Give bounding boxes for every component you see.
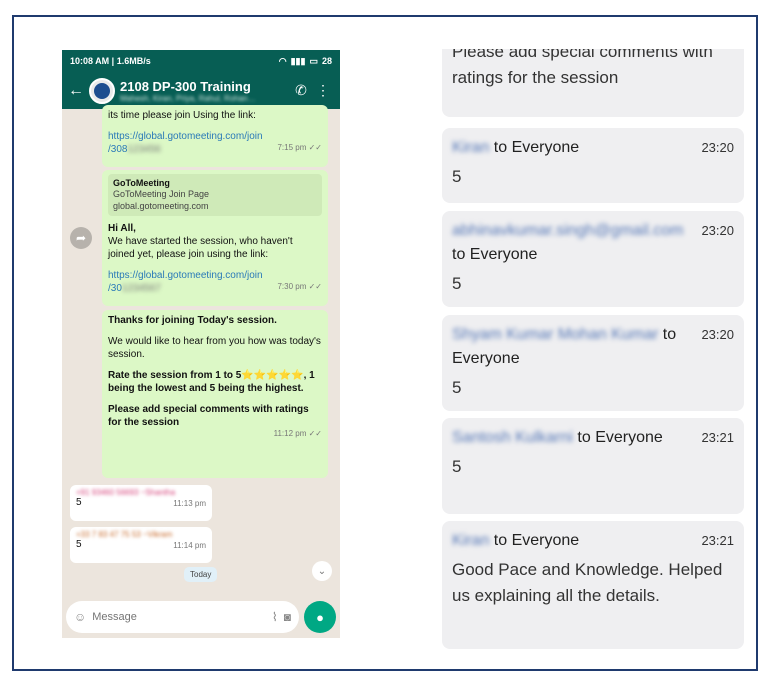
chat-time: 23:20	[701, 327, 734, 342]
message-bubble-link-2: GoToMeeting GoToMeeting Join Page global…	[102, 170, 328, 306]
message-list[interactable]: its time please join Using the link: htt…	[62, 105, 340, 596]
date-chip-today: Today	[184, 567, 218, 582]
meeting-link-redacted: 123456	[127, 144, 161, 155]
link-preview[interactable]: GoToMeeting GoToMeeting Join Page global…	[108, 174, 322, 216]
reply-bubble-1: +91 93460 56693 ~Shantha 5 11:13 pm	[70, 485, 212, 521]
message-bubble-rating-request: Thanks for joining Today's session. We w…	[102, 310, 328, 478]
chat-message-body: 5	[452, 457, 462, 476]
chat-time: 23:21	[701, 430, 734, 445]
meeting-link-id[interactable]: /30	[108, 283, 122, 294]
message-greeting: Hi All,	[108, 222, 136, 234]
message-input[interactable]	[92, 611, 266, 623]
chat-message-body: 5	[452, 167, 462, 186]
forward-icon[interactable]: ➦	[70, 227, 92, 249]
message-time: 11:12 pm ✓✓	[273, 429, 322, 438]
chat-sender: Kiran to Everyone	[452, 532, 580, 549]
back-arrow-icon[interactable]: ←	[68, 82, 84, 100]
message-line-feedback: We would like to hear from you how was t…	[108, 336, 321, 360]
reply-time: 11:13 pm	[173, 499, 206, 508]
meeting-link-id[interactable]: /308	[108, 144, 127, 155]
reply-text: 5	[76, 497, 82, 508]
camera-icon[interactable]: ◙	[284, 610, 291, 624]
chat-message-body: Please add special comments with ratings…	[452, 49, 713, 87]
chat-message-card: Santosh Kulkarni to Everyone 23:21 5	[442, 418, 744, 514]
signal-icon: ▮▮▮	[290, 55, 306, 66]
more-menu-icon[interactable]: ⋮	[312, 82, 334, 99]
microphone-button[interactable]: ●	[304, 601, 336, 633]
preview-title: GoToMeeting	[113, 178, 170, 188]
reply-sender: +33 7 83 47 75 53 ~Vikram	[76, 530, 173, 539]
wifi-icon: ◠	[278, 55, 287, 66]
chat-message-card: Kiran to Everyone 23:21 Good Pace and Kn…	[442, 521, 744, 649]
reply-sender: +91 93460 56693 ~Shantha	[76, 488, 176, 497]
message-line-rating: Rate the session from 1 to 5⭐⭐⭐⭐⭐, 1 bei…	[108, 370, 315, 394]
message-bubble-link-1: its time please join Using the link: htt…	[102, 105, 328, 167]
meeting-link[interactable]: https://global.gotomeeting.com/join	[108, 270, 263, 281]
chat-message-body: Good Pace and Knowledge. Helped us expla…	[452, 560, 723, 605]
chat-message-body: 5	[452, 274, 462, 293]
battery-level: 28	[321, 56, 332, 66]
chat-message-card: Please add special comments with ratings…	[442, 49, 744, 117]
chat-sender: abhinavkumar.singh@gmail.com to Everyone	[452, 222, 684, 263]
chat-message-card: Kiran to Everyone 23:20 5	[442, 128, 744, 203]
message-text: We have started the session, who haven't…	[108, 235, 293, 260]
meeting-chat-panel[interactable]: Please add special comments with ratings…	[442, 49, 744, 649]
screenshot-frame: 10:08 AM | 1.6MB/s ◠ ▮▮▮ ▭ 28 ← 2108 DP-…	[12, 15, 758, 671]
group-avatar[interactable]	[89, 77, 115, 104]
chat-sender: Shyam Kumar Mohan Kumar to Everyone	[452, 326, 677, 367]
chat-sender: Kiran to Everyone	[452, 139, 580, 156]
chat-header: ← 2108 DP-300 Training Mahesh, Kiran, Pr…	[62, 72, 340, 109]
meeting-link-redacted: 1234567	[121, 282, 161, 294]
message-line-comments: Please add special comments with ratings…	[108, 404, 309, 428]
chat-time: 23:20	[701, 223, 734, 238]
reply-bubble-2: +33 7 83 47 75 53 ~Vikram 5 11:14 pm	[70, 527, 212, 563]
chat-message-card: Shyam Kumar Mohan Kumar to Everyone 23:2…	[442, 315, 744, 411]
message-input-bar: ☺ ⌇ ◙ ●	[62, 596, 340, 638]
chat-time: 23:20	[701, 140, 734, 155]
add-call-icon[interactable]: ✆	[290, 82, 312, 99]
preview-subtitle: GoToMeeting Join Page	[113, 189, 210, 200]
chat-participants: Mahesh, Kiran, Priya, Rahul, Rohan…	[120, 93, 256, 103]
reply-text: 5	[76, 539, 82, 550]
status-bar: 10:08 AM | 1.6MB/s ◠ ▮▮▮ ▭ 28	[62, 50, 340, 72]
microphone-icon: ●	[316, 609, 324, 625]
preview-url: global.gotomeeting.com	[113, 200, 209, 211]
attach-paperclip-icon[interactable]: ⌇	[272, 610, 278, 624]
chat-sender: Santosh Kulkarni to Everyone	[452, 429, 663, 446]
message-line-thanks: Thanks for joining Today's session.	[108, 315, 277, 326]
message-time: 7:15 pm ✓✓	[277, 143, 322, 152]
status-time: 10:08 AM | 1.6MB/s	[70, 56, 151, 66]
chat-message-card: abhinavkumar.singh@gmail.com to Everyone …	[442, 211, 744, 307]
meeting-link[interactable]: https://global.gotomeeting.com/join	[108, 131, 263, 142]
chat-title: 2108 DP-300 Training	[120, 78, 251, 94]
emoji-icon[interactable]: ☺	[74, 610, 86, 624]
message-time: 7:30 pm ✓✓	[277, 281, 322, 291]
reply-time: 11:14 pm	[173, 541, 206, 550]
status-icons: ◠ ▮▮▮ ▭ 28	[279, 56, 332, 67]
chat-time: 23:21	[701, 533, 734, 548]
battery-icon: ▭	[309, 55, 318, 66]
chat-title-block[interactable]: 2108 DP-300 Training Mahesh, Kiran, Priy…	[120, 79, 290, 103]
scroll-down-chevron-icon[interactable]: ⌄	[312, 561, 332, 581]
chat-message-body: 5	[452, 378, 462, 397]
message-text: its time please join Using the link:	[108, 110, 256, 121]
whatsapp-phone: 10:08 AM | 1.6MB/s ◠ ▮▮▮ ▭ 28 ← 2108 DP-…	[62, 50, 340, 638]
message-input-pill: ☺ ⌇ ◙	[66, 601, 299, 633]
